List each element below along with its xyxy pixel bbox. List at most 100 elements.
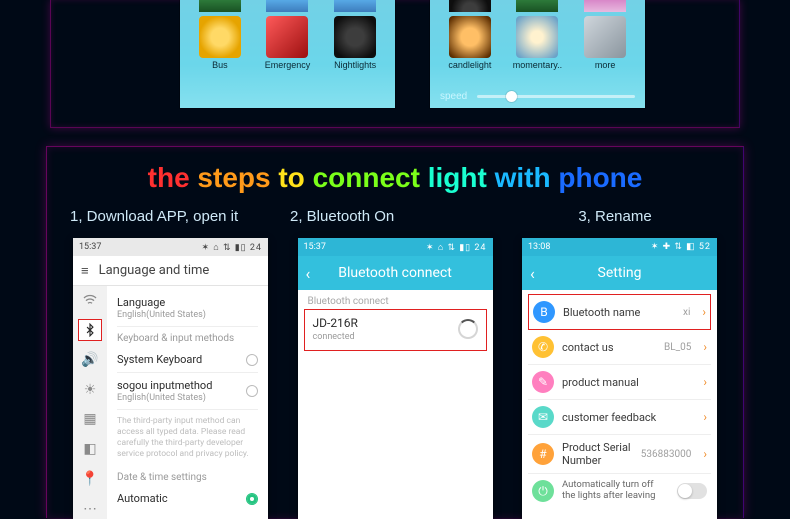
radio-on[interactable] (246, 493, 258, 505)
section-datetime: Date & time settings (117, 466, 258, 486)
scene-label: Emergency (257, 60, 317, 70)
location-icon[interactable]: 📍 (79, 469, 101, 489)
chevron-right-icon: › (703, 340, 707, 354)
scene-thumb-stub (516, 0, 558, 12)
scene-candlelight[interactable]: candlelight (440, 16, 500, 70)
radio-off[interactable] (246, 385, 258, 397)
row-contact-us[interactable]: ✆ contact us BL_05 › (528, 330, 711, 365)
row-auto-off[interactable]: ⏻ Automatically turn off the lights afte… (528, 474, 711, 508)
scene-thumb-stub (584, 0, 626, 12)
scene-label: momentary.. (507, 60, 567, 70)
apps-icon[interactable]: ▦ (79, 410, 101, 430)
bus-icon (199, 16, 241, 58)
back-icon[interactable]: ‹ (530, 264, 535, 283)
serial-icon: # (532, 443, 554, 465)
row-title: Language (117, 296, 206, 309)
row-product-manual[interactable]: ✎ product manual › (528, 365, 711, 400)
row-title: sogou inputmethod (117, 379, 212, 392)
row-label: customer feedback (562, 411, 695, 424)
app-pane-scenes-left: Bus Emergency Nightlights (180, 0, 395, 108)
settings-title: Language and time (99, 263, 210, 278)
row-bluetooth-name[interactable]: B Bluetooth name xi › (528, 294, 711, 330)
spinner-icon (458, 319, 478, 339)
scene-nightlights[interactable]: Nightlights (325, 16, 385, 70)
row-system-keyboard[interactable]: System Keyboard (117, 347, 258, 373)
sound-icon[interactable]: 🔊 (79, 350, 101, 370)
back-icon[interactable]: ‹ (306, 264, 311, 283)
cut-row (430, 0, 645, 12)
scene-thumb-stub (449, 0, 491, 12)
scene-label: Bus (190, 60, 250, 70)
status-time: 13:08 (528, 242, 550, 252)
bluetooth-icon[interactable] (79, 320, 101, 340)
feedback-icon: ✉ (532, 406, 554, 428)
device-status: connected (313, 332, 358, 342)
bt-body: Bluetooth connect JD-216R connected (298, 290, 493, 519)
status-time: 15:37 (304, 242, 326, 252)
status-icons: ✶ ⌂ ⇅ ▮▯ 24 (202, 242, 262, 253)
brightness-icon[interactable]: ☀ (79, 380, 101, 400)
wifi-icon[interactable] (79, 290, 101, 310)
row-feedback[interactable]: ✉ customer feedback › (528, 400, 711, 435)
chevron-right-icon: › (703, 410, 707, 424)
storage-icon[interactable]: ◧ (79, 439, 101, 459)
settings-content: Language English(United States) Keyboard… (107, 286, 268, 519)
step-1-label: 1, Download APP, open it (70, 208, 280, 225)
momentary-icon (516, 16, 558, 58)
instructions-heading: the steps to connect light with phone (0, 162, 790, 194)
scene-thumb-stub (334, 0, 376, 12)
scene-momentary[interactable]: momentary.. (507, 16, 567, 70)
app-pane-scenes-right: candlelight momentary.. more speed (430, 0, 645, 108)
status-icons: ✶ ✚ ⇅ ◧ 52 (651, 242, 711, 252)
row-value: xi (683, 307, 690, 318)
menu-icon[interactable]: ≡ (81, 263, 89, 279)
settings-sidebar: 🔊 ☀ ▦ ◧ 📍 ⋯ (73, 286, 107, 519)
auto-off-toggle[interactable] (677, 483, 707, 499)
scene-emergency[interactable]: Emergency (257, 16, 317, 70)
phone-setting: 13:08 ✶ ✚ ⇅ ◧ 52 ‹ Setting B Bluetooth n… (522, 238, 717, 519)
steps-row: 1, Download APP, open it 2, Bluetooth On… (70, 208, 720, 225)
phone-settings: 15:37 ✶ ⌂ ⇅ ▮▯ 24 ≡ Language and time 🔊 … (73, 238, 268, 519)
status-icons: ✶ ⌂ ⇅ ▮▯ 24 (426, 242, 486, 253)
setting-title: Setting (598, 265, 642, 281)
scene-more[interactable]: more (575, 16, 635, 70)
chevron-right-icon: › (703, 447, 707, 461)
row-automatic[interactable]: Automatic (117, 486, 258, 511)
settings-header: ≡ Language and time (73, 256, 268, 286)
row-subtitle: English(United States) (117, 310, 206, 320)
row-sogou[interactable]: sogou inputmethod English(United States) (117, 373, 258, 410)
radio-off[interactable] (246, 354, 258, 366)
row-label: Bluetooth name (563, 306, 675, 319)
status-time: 15:37 (79, 242, 101, 252)
more-icon[interactable]: ⋯ (79, 499, 101, 519)
bt-title: Bluetooth connect (338, 265, 452, 281)
scene-label: more (575, 60, 635, 70)
bt-header: ‹ Bluetooth connect (298, 256, 493, 290)
speed-slider-thumb[interactable] (506, 91, 517, 102)
contact-icon: ✆ (532, 336, 554, 358)
row-label: contact us (562, 341, 656, 354)
cut-row (180, 0, 395, 12)
bluetooth-glyph-icon: B (533, 301, 555, 323)
chevron-right-icon: › (703, 375, 707, 389)
scene-bus[interactable]: Bus (190, 16, 250, 70)
row-value: 536883000 (641, 449, 692, 460)
section-keyboard: Keyboard & input methods (117, 327, 258, 347)
step-3-label: 3, Rename (510, 208, 720, 225)
step-2-label: 2, Bluetooth On (290, 208, 500, 225)
row-serial[interactable]: # Product Serial Number 536883000 › (528, 435, 711, 474)
row-value: BL_05 (664, 342, 691, 353)
more-icon (584, 16, 626, 58)
setting-header: ‹ Setting (522, 256, 717, 290)
speed-slider[interactable] (477, 95, 635, 98)
phones-row: 15:37 ✶ ⌂ ⇅ ▮▯ 24 ≡ Language and time 🔊 … (73, 238, 717, 519)
nightlights-icon (334, 16, 376, 58)
chevron-right-icon: › (702, 305, 706, 319)
row-subtitle: English(United States) (117, 393, 212, 403)
bt-device-row[interactable]: JD-216R connected (304, 309, 487, 351)
speed-label: speed (440, 91, 467, 102)
statusbar: 15:37 ✶ ⌂ ⇅ ▮▯ 24 (73, 238, 268, 256)
power-icon: ⏻ (532, 480, 554, 502)
candlelight-icon (449, 16, 491, 58)
row-language[interactable]: Language English(United States) (117, 290, 258, 327)
